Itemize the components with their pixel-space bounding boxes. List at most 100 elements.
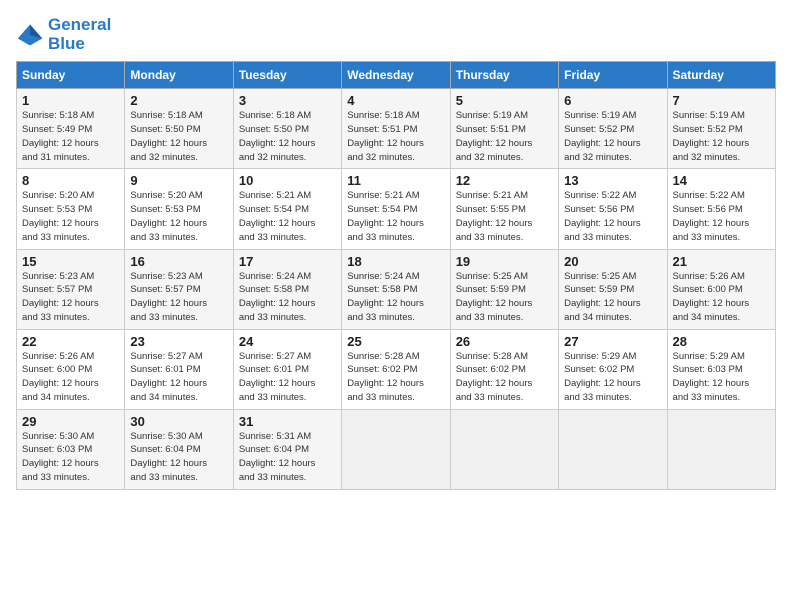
- calendar-cell: 2 Sunrise: 5:18 AMSunset: 5:50 PMDayligh…: [125, 89, 233, 169]
- day-number: 8: [22, 173, 119, 188]
- day-number: 7: [673, 93, 770, 108]
- day-number: 27: [564, 334, 661, 349]
- day-number: 25: [347, 334, 444, 349]
- day-info: Sunrise: 5:21 AMSunset: 5:54 PMDaylight:…: [239, 189, 336, 244]
- day-info: Sunrise: 5:31 AMSunset: 6:04 PMDaylight:…: [239, 430, 336, 485]
- day-number: 17: [239, 254, 336, 269]
- calendar-cell: 13 Sunrise: 5:22 AMSunset: 5:56 PMDaylig…: [559, 169, 667, 249]
- day-info: Sunrise: 5:19 AMSunset: 5:52 PMDaylight:…: [673, 109, 770, 164]
- calendar-cell: 25 Sunrise: 5:28 AMSunset: 6:02 PMDaylig…: [342, 329, 450, 409]
- day-number: 29: [22, 414, 119, 429]
- calendar-cell: 26 Sunrise: 5:28 AMSunset: 6:02 PMDaylig…: [450, 329, 558, 409]
- day-info: Sunrise: 5:30 AMSunset: 6:03 PMDaylight:…: [22, 430, 119, 485]
- day-info: Sunrise: 5:19 AMSunset: 5:52 PMDaylight:…: [564, 109, 661, 164]
- calendar-cell: 1 Sunrise: 5:18 AMSunset: 5:49 PMDayligh…: [17, 89, 125, 169]
- day-info: Sunrise: 5:30 AMSunset: 6:04 PMDaylight:…: [130, 430, 227, 485]
- day-number: 14: [673, 173, 770, 188]
- logo-text: General Blue: [48, 16, 111, 53]
- day-number: 31: [239, 414, 336, 429]
- day-info: Sunrise: 5:18 AMSunset: 5:50 PMDaylight:…: [130, 109, 227, 164]
- day-number: 23: [130, 334, 227, 349]
- day-number: 26: [456, 334, 553, 349]
- weekday-header-thursday: Thursday: [450, 62, 558, 89]
- calendar-cell: 30 Sunrise: 5:30 AMSunset: 6:04 PMDaylig…: [125, 409, 233, 489]
- calendar-cell: 18 Sunrise: 5:24 AMSunset: 5:58 PMDaylig…: [342, 249, 450, 329]
- day-number: 19: [456, 254, 553, 269]
- calendar-cell: 19 Sunrise: 5:25 AMSunset: 5:59 PMDaylig…: [450, 249, 558, 329]
- day-info: Sunrise: 5:20 AMSunset: 5:53 PMDaylight:…: [22, 189, 119, 244]
- calendar-cell: [667, 409, 775, 489]
- day-number: 4: [347, 93, 444, 108]
- day-info: Sunrise: 5:18 AMSunset: 5:50 PMDaylight:…: [239, 109, 336, 164]
- calendar-cell: [342, 409, 450, 489]
- day-number: 18: [347, 254, 444, 269]
- day-info: Sunrise: 5:28 AMSunset: 6:02 PMDaylight:…: [347, 350, 444, 405]
- day-info: Sunrise: 5:25 AMSunset: 5:59 PMDaylight:…: [456, 270, 553, 325]
- day-number: 28: [673, 334, 770, 349]
- day-number: 1: [22, 93, 119, 108]
- calendar-cell: 22 Sunrise: 5:26 AMSunset: 6:00 PMDaylig…: [17, 329, 125, 409]
- day-info: Sunrise: 5:25 AMSunset: 5:59 PMDaylight:…: [564, 270, 661, 325]
- day-number: 3: [239, 93, 336, 108]
- day-info: Sunrise: 5:27 AMSunset: 6:01 PMDaylight:…: [130, 350, 227, 405]
- day-number: 22: [22, 334, 119, 349]
- calendar-cell: 21 Sunrise: 5:26 AMSunset: 6:00 PMDaylig…: [667, 249, 775, 329]
- day-number: 10: [239, 173, 336, 188]
- day-info: Sunrise: 5:21 AMSunset: 5:55 PMDaylight:…: [456, 189, 553, 244]
- calendar-cell: 10 Sunrise: 5:21 AMSunset: 5:54 PMDaylig…: [233, 169, 341, 249]
- calendar-cell: 14 Sunrise: 5:22 AMSunset: 5:56 PMDaylig…: [667, 169, 775, 249]
- day-number: 11: [347, 173, 444, 188]
- calendar-cell: [559, 409, 667, 489]
- day-number: 13: [564, 173, 661, 188]
- day-number: 12: [456, 173, 553, 188]
- day-number: 20: [564, 254, 661, 269]
- calendar-cell: 20 Sunrise: 5:25 AMSunset: 5:59 PMDaylig…: [559, 249, 667, 329]
- weekday-header-sunday: Sunday: [17, 62, 125, 89]
- day-info: Sunrise: 5:26 AMSunset: 6:00 PMDaylight:…: [673, 270, 770, 325]
- calendar-cell: 28 Sunrise: 5:29 AMSunset: 6:03 PMDaylig…: [667, 329, 775, 409]
- day-info: Sunrise: 5:29 AMSunset: 6:03 PMDaylight:…: [673, 350, 770, 405]
- day-info: Sunrise: 5:22 AMSunset: 5:56 PMDaylight:…: [564, 189, 661, 244]
- calendar-cell: 8 Sunrise: 5:20 AMSunset: 5:53 PMDayligh…: [17, 169, 125, 249]
- day-number: 30: [130, 414, 227, 429]
- calendar-cell: 16 Sunrise: 5:23 AMSunset: 5:57 PMDaylig…: [125, 249, 233, 329]
- calendar-cell: 12 Sunrise: 5:21 AMSunset: 5:55 PMDaylig…: [450, 169, 558, 249]
- page-header: General Blue: [16, 16, 776, 53]
- weekday-header-friday: Friday: [559, 62, 667, 89]
- calendar-cell: 6 Sunrise: 5:19 AMSunset: 5:52 PMDayligh…: [559, 89, 667, 169]
- day-info: Sunrise: 5:18 AMSunset: 5:49 PMDaylight:…: [22, 109, 119, 164]
- day-info: Sunrise: 5:29 AMSunset: 6:02 PMDaylight:…: [564, 350, 661, 405]
- day-info: Sunrise: 5:27 AMSunset: 6:01 PMDaylight:…: [239, 350, 336, 405]
- day-number: 15: [22, 254, 119, 269]
- day-info: Sunrise: 5:20 AMSunset: 5:53 PMDaylight:…: [130, 189, 227, 244]
- day-number: 21: [673, 254, 770, 269]
- day-number: 2: [130, 93, 227, 108]
- day-info: Sunrise: 5:26 AMSunset: 6:00 PMDaylight:…: [22, 350, 119, 405]
- day-info: Sunrise: 5:28 AMSunset: 6:02 PMDaylight:…: [456, 350, 553, 405]
- day-info: Sunrise: 5:18 AMSunset: 5:51 PMDaylight:…: [347, 109, 444, 164]
- day-info: Sunrise: 5:19 AMSunset: 5:51 PMDaylight:…: [456, 109, 553, 164]
- calendar-cell: 5 Sunrise: 5:19 AMSunset: 5:51 PMDayligh…: [450, 89, 558, 169]
- day-number: 6: [564, 93, 661, 108]
- calendar-cell: 31 Sunrise: 5:31 AMSunset: 6:04 PMDaylig…: [233, 409, 341, 489]
- calendar-cell: 7 Sunrise: 5:19 AMSunset: 5:52 PMDayligh…: [667, 89, 775, 169]
- day-info: Sunrise: 5:24 AMSunset: 5:58 PMDaylight:…: [347, 270, 444, 325]
- day-info: Sunrise: 5:23 AMSunset: 5:57 PMDaylight:…: [22, 270, 119, 325]
- day-info: Sunrise: 5:23 AMSunset: 5:57 PMDaylight:…: [130, 270, 227, 325]
- weekday-header-saturday: Saturday: [667, 62, 775, 89]
- day-number: 16: [130, 254, 227, 269]
- day-info: Sunrise: 5:24 AMSunset: 5:58 PMDaylight:…: [239, 270, 336, 325]
- calendar-cell: 27 Sunrise: 5:29 AMSunset: 6:02 PMDaylig…: [559, 329, 667, 409]
- calendar-cell: 15 Sunrise: 5:23 AMSunset: 5:57 PMDaylig…: [17, 249, 125, 329]
- calendar-cell: 11 Sunrise: 5:21 AMSunset: 5:54 PMDaylig…: [342, 169, 450, 249]
- calendar-table: SundayMondayTuesdayWednesdayThursdayFrid…: [16, 61, 776, 489]
- day-number: 24: [239, 334, 336, 349]
- calendar-cell: 29 Sunrise: 5:30 AMSunset: 6:03 PMDaylig…: [17, 409, 125, 489]
- calendar-cell: 23 Sunrise: 5:27 AMSunset: 6:01 PMDaylig…: [125, 329, 233, 409]
- weekday-header-wednesday: Wednesday: [342, 62, 450, 89]
- calendar-cell: 24 Sunrise: 5:27 AMSunset: 6:01 PMDaylig…: [233, 329, 341, 409]
- logo: General Blue: [16, 16, 111, 53]
- calendar-cell: 4 Sunrise: 5:18 AMSunset: 5:51 PMDayligh…: [342, 89, 450, 169]
- calendar-cell: [450, 409, 558, 489]
- weekday-header-tuesday: Tuesday: [233, 62, 341, 89]
